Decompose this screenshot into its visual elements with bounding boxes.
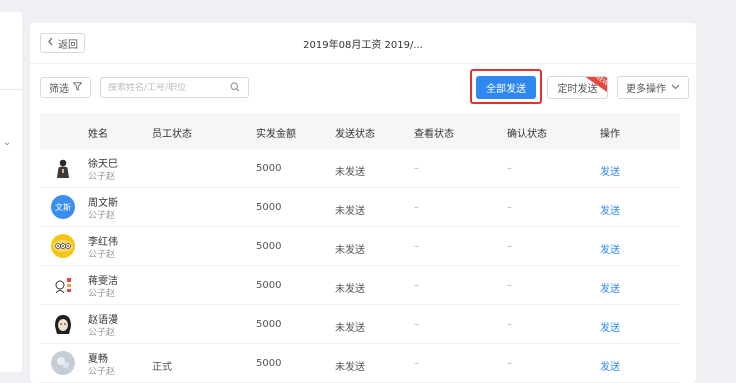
filter-button[interactable]: 筛选 (40, 77, 91, 98)
confirm-status: – (507, 358, 512, 369)
table-header: 姓名 员工状态 实发金额 发送状态 查看状态 确认状态 操作 (40, 113, 680, 149)
more-actions-button[interactable]: 更多操作 (617, 76, 689, 99)
column-header-send-status: 发送状态 (335, 129, 375, 140)
top-bar: 返回 2019年08月工资 2019/... (30, 23, 696, 64)
table-row: 赵语漫 公子赵 5000 未发送 – – 发送 (40, 305, 680, 344)
net-amount: 5000 (256, 280, 282, 291)
more-actions-label: 更多操作 (626, 84, 666, 95)
employee-company: 公子赵 (88, 172, 116, 182)
net-amount: 5000 (256, 202, 282, 213)
view-status: – (414, 280, 419, 291)
employee-company: 公子赵 (88, 328, 116, 338)
net-amount: 5000 (256, 241, 282, 252)
payroll-table: 姓名 员工状态 实发金额 发送状态 查看状态 确认状态 操作 徐天巳 公子赵 5… (40, 113, 680, 383)
send-status: 未发送 (335, 284, 365, 295)
filter-label: 筛选 (49, 84, 69, 95)
column-header-amount: 实发金额 (256, 129, 296, 140)
employee-status: 正式 (152, 362, 172, 373)
confirm-status: – (507, 280, 512, 291)
column-header-view-status: 查看状态 (414, 129, 454, 140)
table-row: 蒋雯洁 公子赵 5000 未发送 – – 发送 (40, 266, 680, 305)
search-icon[interactable] (230, 82, 240, 95)
filter-icon (72, 81, 83, 94)
view-status: – (414, 163, 419, 174)
employee-company: 公子赵 (88, 367, 116, 377)
send-link[interactable]: 发送 (600, 319, 620, 334)
table-row: 夏畅 公子赵 正式 5000 未发送 – – 发送 (40, 344, 680, 383)
column-header-employee-status: 员工状态 (152, 129, 192, 140)
flower-photo-icon (51, 351, 75, 375)
send-link[interactable]: 发送 (600, 202, 620, 217)
employee-name: 蒋雯洁 (88, 276, 118, 287)
timed-send-label: 定时发送 (557, 84, 598, 95)
column-header-confirm-status: 确认状态 (507, 129, 547, 140)
timed-send-button[interactable]: 定时发送 NEW (547, 76, 608, 99)
net-amount: 5000 (256, 163, 282, 174)
table-row: 李红伟 公子赵 5000 未发送 – – 发送 (40, 227, 680, 266)
sidebar-divider (0, 89, 22, 90)
column-header-actions: 操作 (600, 129, 620, 140)
confirm-status: – (507, 202, 512, 213)
toolbar: 筛选 全部发送 定时发送 NEW 更多操作 (40, 69, 690, 104)
send-link[interactable]: 发送 (600, 241, 620, 256)
payroll-card: 返回 2019年08月工资 2019/... 筛选 全部发送 定时发送 NEW … (30, 23, 696, 383)
employee-company: 公子赵 (88, 289, 116, 299)
view-status: – (414, 319, 419, 330)
chevron-down-icon (671, 82, 680, 93)
yellow-cartoon-icon (51, 234, 75, 258)
employee-name: 徐天巳 (88, 159, 118, 170)
employee-company: 公子赵 (88, 250, 116, 260)
confirm-status: – (507, 319, 512, 330)
employee-name: 赵语漫 (88, 315, 118, 326)
net-amount: 5000 (256, 358, 282, 369)
sketch-avatar-icon (51, 273, 75, 297)
send-link[interactable]: 发送 (600, 358, 620, 373)
chevron-down-icon[interactable]: ⌄ (3, 137, 11, 148)
employee-name: 周文斯 (88, 198, 118, 209)
initials-avatar: 文斯 (51, 195, 75, 219)
person-photo-icon (51, 156, 75, 180)
send-status: 未发送 (335, 206, 365, 217)
send-status: 未发送 (335, 245, 365, 256)
view-status: – (414, 202, 419, 213)
search-input[interactable] (108, 82, 223, 93)
table-row: 徐天巳 公子赵 5000 未发送 – – 发送 (40, 149, 680, 188)
column-header-name: 姓名 (88, 129, 108, 140)
send-status: 未发送 (335, 323, 365, 334)
net-amount: 5000 (256, 319, 282, 330)
girl-cartoon-icon (51, 312, 75, 336)
table-row: 文斯 周文斯 公子赵 5000 未发送 – – 发送 (40, 188, 680, 227)
send-all-button[interactable]: 全部发送 (476, 76, 536, 99)
employee-name: 夏畅 (88, 354, 108, 365)
employee-name: 李红伟 (88, 237, 118, 248)
search-box[interactable] (100, 77, 249, 98)
confirm-status: – (507, 241, 512, 252)
send-status: 未发送 (335, 167, 365, 178)
page-title: 2019年08月工资 2019/... (303, 40, 423, 51)
send-link[interactable]: 发送 (600, 163, 620, 178)
view-status: – (414, 241, 419, 252)
employee-company: 公子赵 (88, 211, 116, 221)
view-status: – (414, 358, 419, 369)
send-status: 未发送 (335, 362, 365, 373)
confirm-status: – (507, 163, 512, 174)
left-sidebar: ⌄ (0, 12, 22, 372)
send-link[interactable]: 发送 (600, 280, 620, 295)
